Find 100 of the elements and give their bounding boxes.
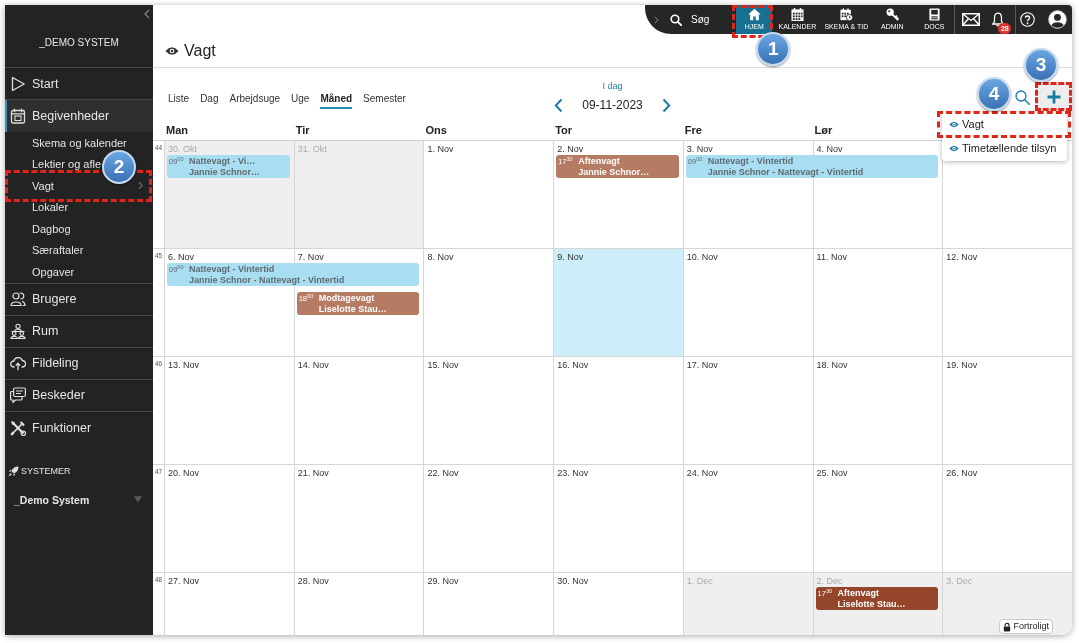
step-number-marker: 1 <box>756 32 791 66</box>
date-label: 17. Nov <box>686 360 718 371</box>
date-label: 14. Nov <box>297 360 329 371</box>
sidebar-item[interactable]: Rum <box>5 315 153 348</box>
date-label: 16. Nov <box>557 360 589 371</box>
chevron-right-icon <box>138 181 143 191</box>
weekday-header: Fre <box>684 123 702 137</box>
section-heading: SYSTEMER <box>21 465 71 477</box>
date-label: 20. Nov <box>168 468 200 479</box>
help-icon[interactable] <box>1020 12 1036 27</box>
date-label: 4. Nov <box>816 144 843 155</box>
view-tab[interactable]: Dag <box>200 92 219 109</box>
confidential-toggle[interactable]: Fortroligt <box>999 619 1053 634</box>
calendar-icon <box>10 108 26 124</box>
date-label: 7. Nov <box>297 252 324 263</box>
date-label: 1. Nov <box>427 144 454 155</box>
date-label: 3. Dec <box>946 576 973 587</box>
date-label: 23. Nov <box>557 468 589 479</box>
date-label: 2. Dec <box>816 576 843 587</box>
plus-icon <box>1047 90 1061 104</box>
date-label: 26. Nov <box>946 468 978 479</box>
sidebar-subitem[interactable]: Lokaler <box>32 200 69 215</box>
bell-icon[interactable] <box>992 12 1005 27</box>
step-number-marker: 3 <box>1024 48 1058 82</box>
date-label: 29. Nov <box>427 576 459 587</box>
sidebar-item[interactable]: Funktioner <box>5 411 153 444</box>
event-person: Jannie Schnor - Nattevagt - Vintertid <box>189 275 346 286</box>
search-icon <box>1015 89 1030 105</box>
event-person: Jannie Schnor… <box>578 167 651 178</box>
sidebar-subitem[interactable]: Dagbog <box>32 221 71 236</box>
view-tab[interactable]: Uge <box>291 92 310 109</box>
sidebar-subitem[interactable]: Vagt <box>32 178 54 193</box>
view-tab[interactable]: Liste <box>168 92 190 109</box>
event-title: Nattevagt - Vi… <box>189 156 257 167</box>
dropdown-triangle-icon <box>134 496 142 503</box>
page-title: Vagt <box>184 40 216 61</box>
date-label: 21. Nov <box>297 468 329 479</box>
calendar-icon <box>790 8 804 21</box>
sidebar-item[interactable]: Begivenheder <box>5 100 153 132</box>
sidebar-item[interactable]: Fildeling <box>5 347 153 380</box>
home-icon <box>747 8 761 21</box>
menu-item[interactable]: Timetællende tilsyn <box>942 139 1067 157</box>
view-tab[interactable]: Måned <box>320 92 353 109</box>
date-label: 10. Nov <box>686 252 718 263</box>
lock-icon <box>1003 621 1012 632</box>
play-icon <box>10 75 26 92</box>
rocket-icon <box>8 465 19 477</box>
group-icon <box>10 323 26 339</box>
date-label: 2. Nov <box>557 144 584 155</box>
date-label: 30. Nov <box>557 576 589 587</box>
event-title: Aftenvagt <box>578 156 621 167</box>
date-label: 30. Okt <box>168 144 197 155</box>
mail-icon[interactable] <box>962 13 981 26</box>
date-label: 19. Nov <box>946 360 978 371</box>
document-icon <box>927 8 941 21</box>
weekday-header: Man <box>166 123 188 137</box>
user-avatar-icon[interactable] <box>1048 10 1068 29</box>
menu-item[interactable]: Vagt <box>942 115 1067 133</box>
system-dropdown[interactable]: _Demo System <box>14 492 142 507</box>
chevron-right-icon[interactable] <box>654 15 659 24</box>
search-button[interactable]: Søg <box>670 13 710 26</box>
system-name: _DEMO SYSTEM <box>38 36 120 50</box>
weekday-header: Tor <box>555 123 573 137</box>
step-number-marker: 4 <box>977 77 1011 111</box>
eye-icon <box>949 144 959 152</box>
cloud-upload-icon <box>10 355 26 371</box>
date-label: 1. Dec <box>686 576 713 587</box>
event-title: Modtagevagt <box>318 293 376 304</box>
date-label: 28. Nov <box>297 576 329 587</box>
event-title: Nattevagt - Vintertid <box>707 156 795 167</box>
view-tab[interactable]: Semester <box>363 92 406 109</box>
sidebar-item[interactable]: Beskeder <box>5 379 153 412</box>
sidebar-subitem[interactable]: Lektier og afle <box>32 157 102 172</box>
date-label: 12. Nov <box>946 252 978 263</box>
weekday-header: Lør <box>814 123 833 137</box>
calendar-clock-icon <box>839 8 853 21</box>
date-label: 9. Nov <box>557 252 584 263</box>
sidebar-subitem[interactable]: Særaftaler <box>32 243 84 258</box>
date-label: 22. Nov <box>427 468 459 479</box>
chat-icon <box>10 387 26 403</box>
sidebar-item[interactable]: Brugere <box>5 283 153 316</box>
event-title: Nattevagt - Vintertid <box>189 264 276 275</box>
event-title: Aftenvagt <box>837 588 881 599</box>
users-icon <box>10 291 26 307</box>
sidebar-subitem[interactable]: Opgaver <box>32 264 75 279</box>
date-label: 13. Nov <box>168 360 200 371</box>
key-icon <box>885 8 899 21</box>
date-label: 31. Okt <box>297 144 327 155</box>
date-label: 11. Nov <box>816 252 847 263</box>
today-link[interactable]: I dag <box>602 81 623 92</box>
event-person: Jannie Schnor… <box>189 167 261 178</box>
sidebar-subitem[interactable]: Skema og kalender <box>32 135 127 150</box>
tools-icon <box>10 419 26 436</box>
step-number-marker: 2 <box>102 150 136 184</box>
view-tab[interactable]: Arbejdsuge <box>229 92 281 109</box>
collapse-icon[interactable] <box>144 9 150 19</box>
weekday-header: Tir <box>295 123 310 137</box>
date-label: 24. Nov <box>686 468 718 479</box>
event-person: Liselotte Stau… <box>837 599 907 610</box>
eye-icon <box>949 120 959 128</box>
